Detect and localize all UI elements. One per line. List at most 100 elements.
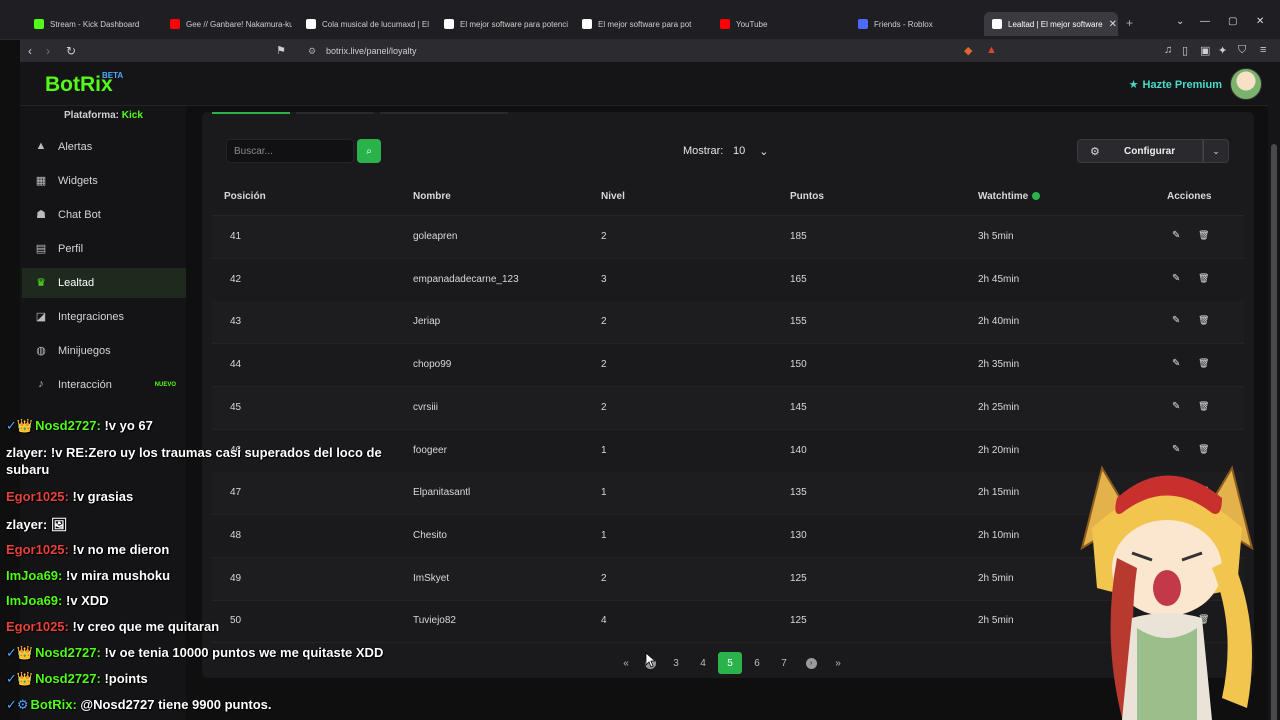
avatar[interactable] — [1230, 68, 1262, 100]
delete-icon[interactable]: 🗑 — [1198, 401, 1209, 412]
browser-tab[interactable]: El mejor software para potenci — [436, 12, 568, 36]
browser-tab[interactable]: Gee // Ganbare! Nakamura-ku — [162, 12, 292, 36]
maximize-button[interactable]: ▢ — [1228, 16, 1237, 27]
cell-level: 1 — [601, 529, 607, 541]
header-watchtime[interactable]: Watchtime — [978, 191, 1041, 202]
browser-nav-bar: ‹ › ↻ ⚑ ⚙ botrix.live/panel/loyalty ◆ ▲ … — [20, 40, 1280, 62]
delete-icon[interactable]: 🗑 — [1198, 315, 1209, 326]
warning-icon: ▲ — [35, 140, 47, 152]
edit-icon[interactable]: ✎ — [1172, 358, 1180, 369]
vpn-icon[interactable]: ⛉ — [1238, 44, 1246, 57]
chevron-right-icon: › — [805, 657, 817, 669]
table-row: 42 empanadadecarne_123 3 165 2h 45min ✎ 🗑 — [212, 259, 1244, 302]
widgets-icon: ▦ — [35, 175, 47, 187]
sidebar-item-interacci-n[interactable]: ♪ Interacción NUEVO — [22, 370, 186, 400]
rewards-icon[interactable]: ▲ — [986, 44, 997, 56]
close-tab-icon[interactable]: ✕ — [1109, 19, 1117, 30]
edit-icon[interactable]: ✎ — [1172, 401, 1180, 412]
cell-position: 42 — [230, 273, 242, 285]
cell-points: 185 — [790, 231, 807, 242]
page-5-button[interactable]: 5 — [718, 652, 742, 674]
brave-shield-icon[interactable]: ◆ — [964, 44, 972, 57]
cell-level: 4 — [601, 615, 607, 627]
close-window-button[interactable]: ✕ — [1256, 16, 1264, 27]
next-page-button[interactable]: › — [799, 652, 823, 674]
tab-indicator-active[interactable] — [212, 112, 290, 114]
header-level[interactable]: Nivel — [601, 191, 625, 202]
browser-tab[interactable]: El mejor software para pot — [574, 12, 706, 36]
forward-icon[interactable]: › — [46, 44, 50, 58]
configure-dropdown-button[interactable]: ⌄ — [1203, 139, 1229, 163]
header-points[interactable]: Puntos — [790, 191, 824, 202]
edit-icon[interactable]: ✎ — [1172, 230, 1180, 241]
edit-icon[interactable]: ✎ — [1172, 273, 1180, 284]
cell-name: goleapren — [413, 231, 458, 242]
search-input[interactable]: Buscar... — [226, 139, 354, 163]
tab-favicon-icon — [720, 19, 730, 29]
cell-level: 3 — [601, 273, 607, 285]
page-4-button[interactable]: 4 — [691, 652, 715, 674]
sidebar-item-widgets[interactable]: ▦ Widgets — [22, 166, 186, 196]
cell-watchtime: 3h 5min — [978, 231, 1014, 242]
info-icon[interactable] — [1032, 192, 1041, 200]
configure-button[interactable]: ⚙ Configurar — [1077, 139, 1203, 163]
cell-watchtime: 2h 40min — [978, 316, 1020, 328]
minimize-button[interactable]: — — [1200, 16, 1210, 27]
sidebar-item-alertas[interactable]: ▲ Alertas — [22, 132, 186, 162]
address-bar[interactable]: ⚙ botrix.live/panel/loyalty — [292, 42, 1030, 60]
browser-tab[interactable]: Cola musical de lucumaxd | El — [298, 12, 430, 36]
tab-indicator[interactable] — [380, 112, 508, 114]
browser-tab[interactable]: Stream - Kick Dashboard — [26, 12, 156, 36]
cell-watchtime: 2h 25min — [978, 401, 1020, 413]
sidebar-item-perfil[interactable]: ▤ Perfil — [22, 234, 186, 264]
table-row: 45 cvrsiii 2 145 2h 25min ✎ 🗑 — [212, 386, 1244, 430]
premium-button[interactable]: ★ Hazte Premium — [1129, 78, 1222, 92]
bookmark-icon[interactable]: ⚑ — [276, 44, 286, 57]
tab-list-chevron-icon[interactable]: ⌄ — [1176, 16, 1184, 27]
page-3-button[interactable]: 3 — [664, 652, 688, 674]
browser-tab[interactable]: Lealtad | El mejor software ✕ — [984, 12, 1118, 36]
search-button[interactable]: ⌕ — [357, 139, 381, 163]
url-text: botrix.live/panel/loyalty — [326, 46, 417, 56]
edit-icon[interactable]: ✎ — [1172, 444, 1180, 455]
site-settings-icon[interactable]: ⚙ — [308, 46, 318, 57]
cell-watchtime: 2h 5min — [978, 572, 1014, 584]
last-page-button[interactable]: » — [826, 652, 850, 674]
media-icon[interactable]: ♫ — [1164, 44, 1172, 56]
page-7-button[interactable]: 7 — [772, 652, 796, 674]
show-count-select[interactable]: 10 ⌄ — [729, 139, 775, 163]
header-position[interactable]: Posición — [224, 191, 266, 202]
cell-name: Elpanitasantl — [413, 487, 471, 499]
back-icon[interactable]: ‹ — [28, 44, 32, 58]
delete-icon[interactable]: 🗑 — [1198, 273, 1209, 284]
sidebar-item-minijuegos[interactable]: ◍ Minijuegos — [22, 336, 186, 366]
tab-indicator[interactable] — [296, 112, 374, 114]
browser-tab[interactable]: Friends - Roblox — [850, 12, 978, 36]
leo-ai-icon[interactable]: ✦ — [1218, 44, 1227, 57]
new-tab-button[interactable]: + — [1126, 16, 1133, 30]
cell-points: 135 — [790, 487, 807, 499]
sidebar-item-lealtad[interactable]: ♛ Lealtad — [22, 268, 186, 298]
delete-icon[interactable]: 🗑 — [1198, 358, 1209, 369]
cell-watchtime: 2h 5min — [978, 615, 1014, 627]
wallet-icon[interactable]: ▣ — [1200, 44, 1210, 57]
tab-favicon-icon — [992, 19, 1002, 29]
edit-icon[interactable]: ✎ — [1172, 315, 1180, 326]
first-page-button[interactable]: « — [614, 652, 638, 674]
delete-icon[interactable]: 🗑 — [1198, 230, 1209, 241]
sidebar-item-chat-bot[interactable]: ☗ Chat Bot — [22, 200, 186, 230]
menu-icon[interactable]: ≡ — [1260, 44, 1266, 56]
beta-badge: BETA — [102, 71, 124, 80]
header-name[interactable]: Nombre — [413, 191, 451, 202]
sidebar-toggle-icon[interactable]: ▯ — [1182, 44, 1188, 57]
sidebar-item-label: Lealtad — [58, 277, 95, 289]
page-6-button[interactable]: 6 — [745, 652, 769, 674]
sidebar-item-integraciones[interactable]: ◪ Integraciones — [22, 302, 186, 332]
tab-title: Stream - Kick Dashboard — [50, 19, 140, 29]
tab-title: Gee // Ganbare! Nakamura-ku — [186, 19, 292, 29]
delete-icon[interactable]: 🗑 — [1198, 444, 1209, 455]
cell-points: 125 — [790, 572, 807, 584]
browser-tab[interactable]: YouTube — [712, 12, 844, 36]
vtuber-avatar-overlay — [1080, 465, 1254, 720]
reload-icon[interactable]: ↻ — [66, 44, 76, 58]
